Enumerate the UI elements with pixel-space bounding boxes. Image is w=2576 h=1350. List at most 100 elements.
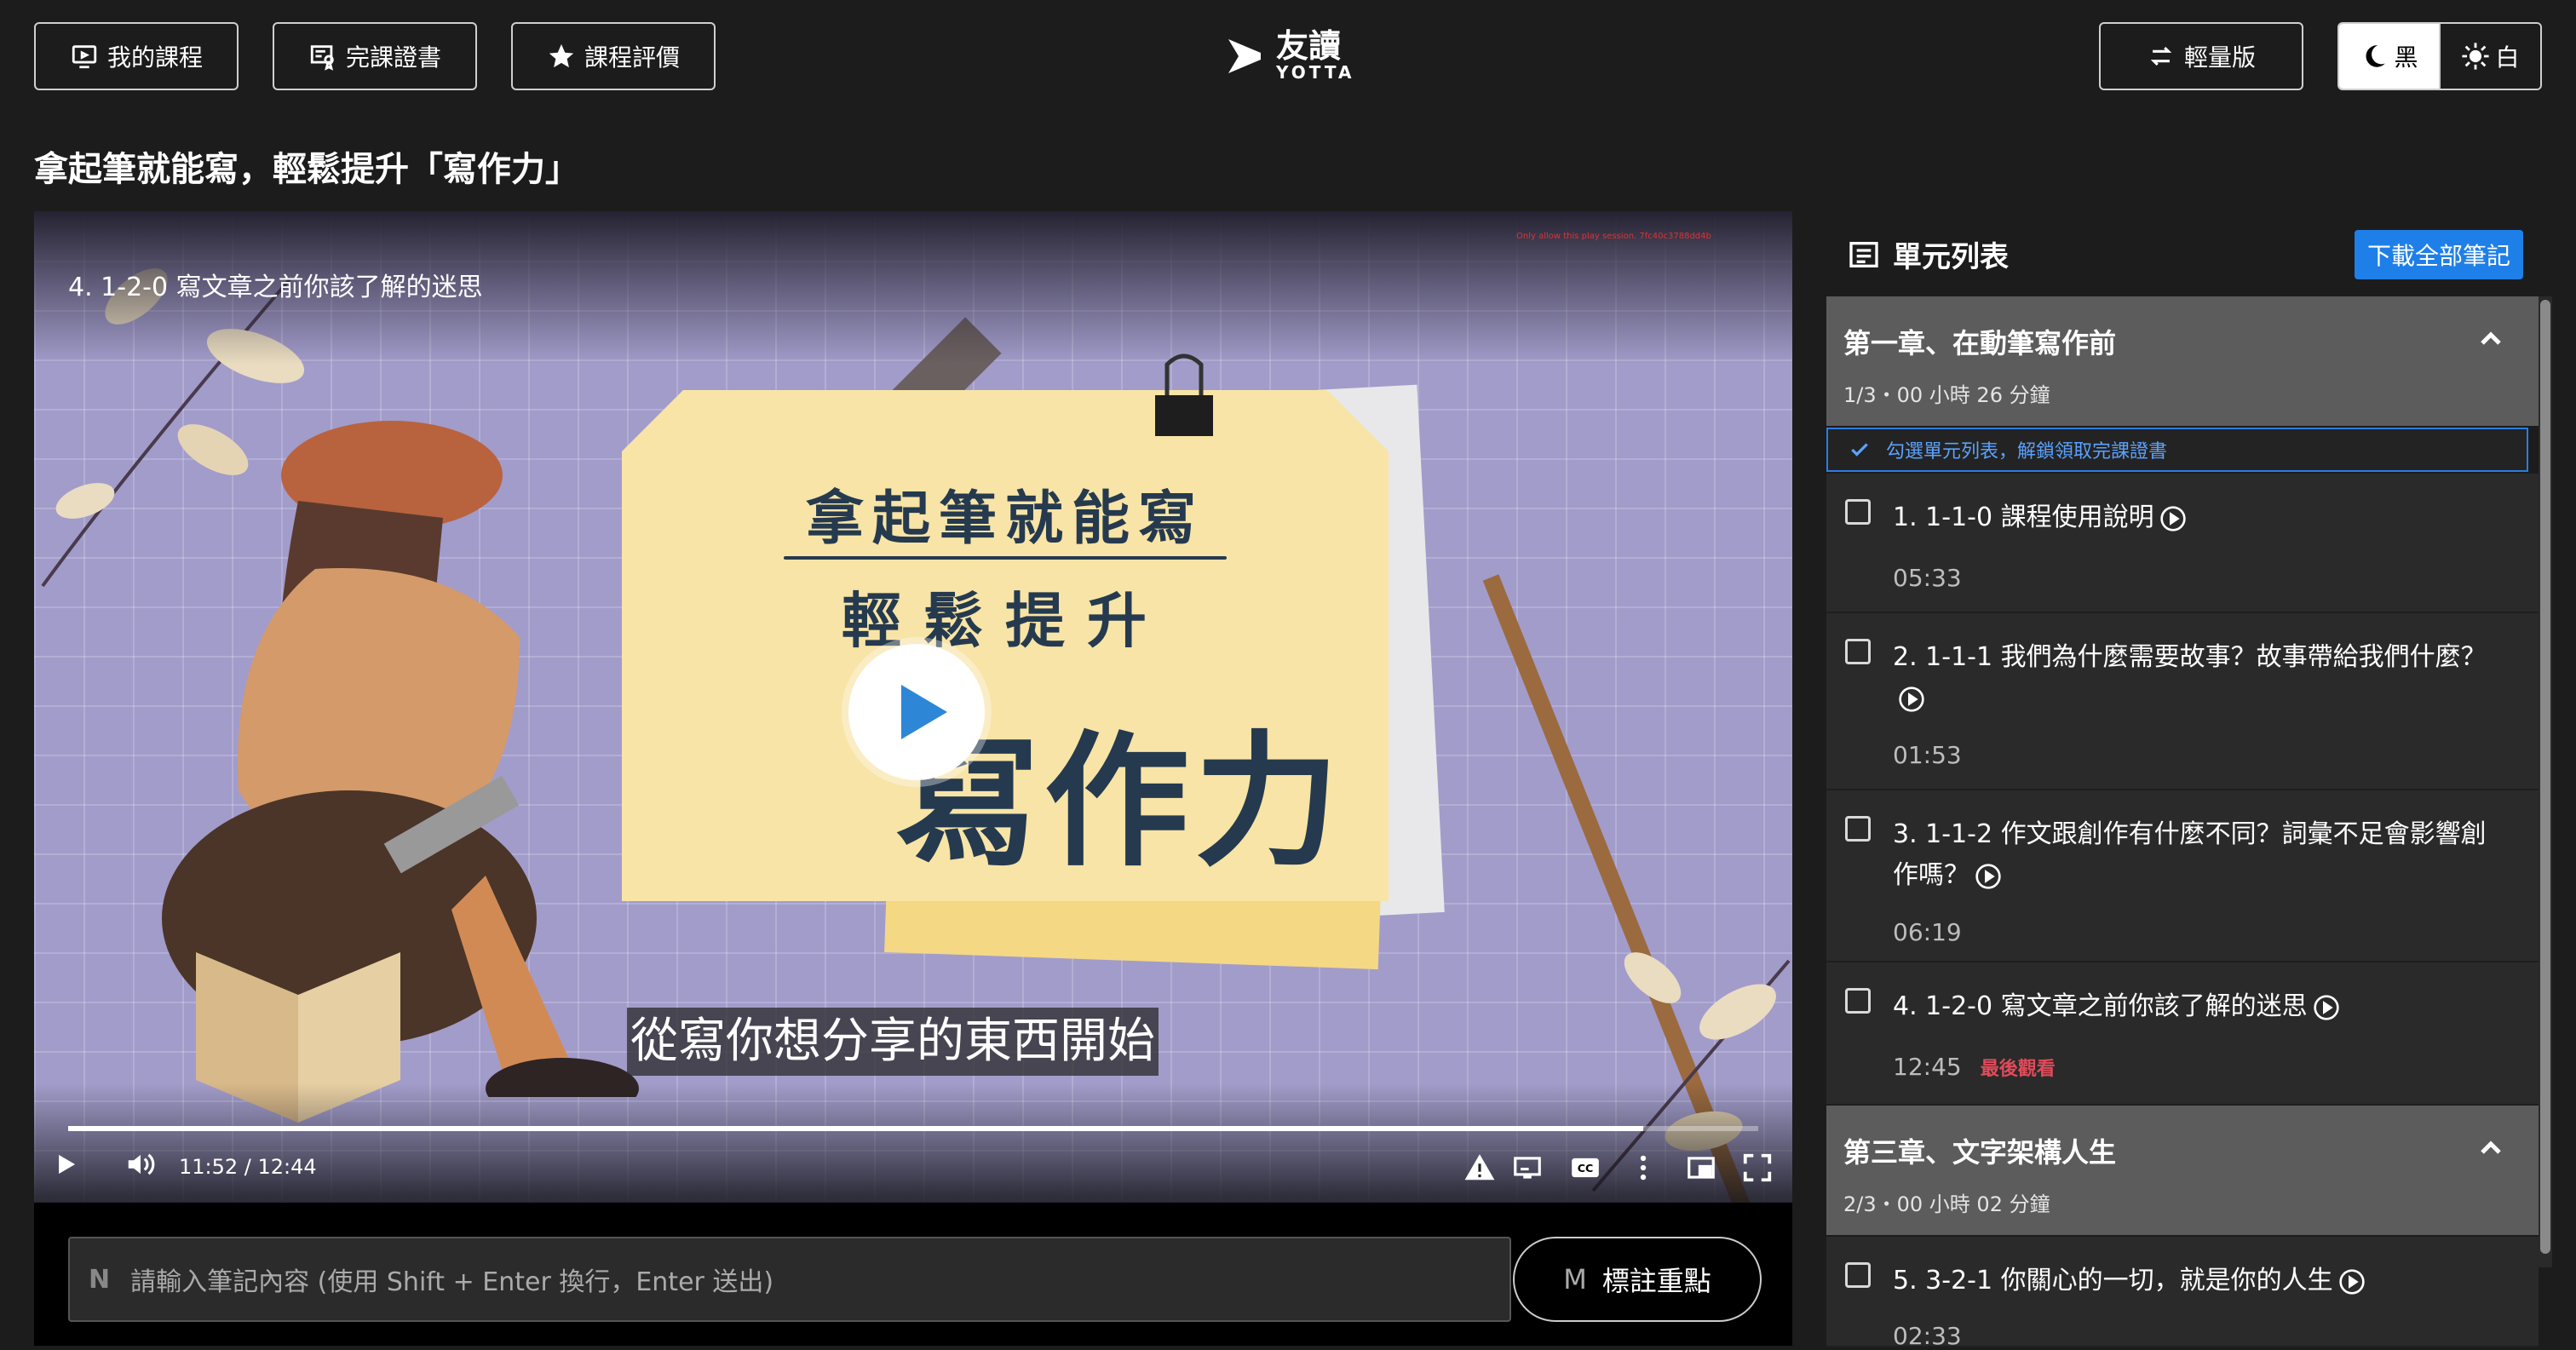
play-circle-icon xyxy=(2159,505,2186,531)
theme-light-option[interactable]: 白 xyxy=(2439,24,2540,89)
lesson-title: 1. 1-1-0 課程使用說明 xyxy=(1893,497,2489,538)
scrollbar-thumb[interactable] xyxy=(2540,300,2550,1254)
note-input[interactable]: N 請輸入筆記內容 (使用 Shift + Enter 換行，Enter 送出) xyxy=(68,1237,1511,1322)
svg-text:CC: CC xyxy=(1578,1162,1594,1175)
lesson-duration: 01:53 xyxy=(1893,741,1962,769)
review-button[interactable]: 課程評價 xyxy=(511,22,716,90)
hint-text: 勾選單元列表，解鎖領取完課證書 xyxy=(1886,441,2168,462)
play-circle-icon xyxy=(2313,994,2339,1020)
screen-icon xyxy=(72,45,97,69)
download-notes-button[interactable]: 下載全部筆記 xyxy=(2355,230,2523,279)
play-icon xyxy=(901,685,947,739)
chapter-1-name: 第一章、在動筆寫作前 xyxy=(1843,327,2117,359)
play-button[interactable] xyxy=(848,644,985,780)
star-icon xyxy=(549,43,574,68)
unlock-certificate-hint: 勾選單元列表，解鎖領取完課證書 xyxy=(1826,428,2528,472)
logo-icon xyxy=(1228,39,1261,73)
lesson-title: 4. 1-2-0 寫文章之前你該了解的迷思 xyxy=(1893,986,2489,1027)
logo-en: YOTTA xyxy=(1276,62,1355,83)
lesson-duration: 02:33 xyxy=(1893,1322,1962,1350)
note-bar: N 請輸入筆記內容 (使用 Shift + Enter 換行，Enter 送出)… xyxy=(34,1203,1792,1346)
fullscreen-icon xyxy=(1743,1153,1772,1182)
certificate-button[interactable]: 完課證書 xyxy=(273,22,477,90)
lesson-title: 3. 1-1-2 作文跟創作有什麼不同？詞彙不足會影響創作嗎？ xyxy=(1893,814,2489,896)
lite-version-button[interactable]: 輕量版 xyxy=(2099,22,2303,90)
chapter-3-meta: 2/3・00 小時 02 分鐘 xyxy=(1843,1192,2050,1216)
play-control[interactable] xyxy=(49,1148,82,1186)
play-circle-icon xyxy=(1975,863,2001,889)
play-small-icon xyxy=(59,1154,76,1175)
video-player[interactable]: 拿起筆就能寫 輕鬆提升 寫作力 4. 1-2-0 寫文章之前你該了解的迷思 On… xyxy=(34,211,1792,1203)
lesson-duration: 06:19 xyxy=(1893,918,1962,946)
volume-icon xyxy=(128,1153,155,1175)
unit-list-title: 單元列表 xyxy=(1893,240,2009,274)
mark-label: 標註重點 xyxy=(1601,1265,1711,1297)
play-circle-icon xyxy=(1899,686,1924,712)
subtitles-toggle[interactable] xyxy=(1511,1152,1544,1189)
last-watched-badge: 最後觀看 xyxy=(1980,1059,2056,1080)
volume-control[interactable] xyxy=(124,1148,157,1186)
play-circle-icon xyxy=(2338,1268,2365,1295)
list-icon xyxy=(1849,241,1878,267)
mark-shortcut-key: M xyxy=(1563,1263,1587,1295)
theme-toggle[interactable]: 黑 白 xyxy=(2337,22,2542,90)
lesson-title-text: 2. 1-1-1 我們為什麼需要故事？故事帶給我們什麼？ xyxy=(1893,642,2487,672)
progress-bar[interactable] xyxy=(68,1126,1758,1131)
lesson-title-text: 4. 1-2-0 寫文章之前你該了解的迷思 xyxy=(1893,991,2308,1021)
session-watermark: Only allow this play session. 7fc40c3788… xyxy=(1516,232,1711,241)
lesson-title: 2. 1-1-1 我們為什麼需要故事？故事帶給我們什麼？ xyxy=(1893,637,2489,719)
theme-dark-option[interactable]: 黑 xyxy=(2339,24,2439,89)
progress-fill xyxy=(68,1126,1644,1131)
review-label: 課程評價 xyxy=(584,43,680,72)
certificate-label: 完課證書 xyxy=(345,43,441,72)
my-courses-label: 我的課程 xyxy=(106,43,203,72)
mark-highlight-button[interactable]: M 標註重點 xyxy=(1513,1237,1762,1322)
chapter-1-meta: 1/3・00 小時 26 分鐘 xyxy=(1843,383,2050,407)
sidebar-scrollbar[interactable] xyxy=(2539,296,2552,1267)
cc-toggle[interactable]: CC xyxy=(1569,1152,1601,1189)
pip-icon xyxy=(1688,1157,1715,1179)
video-title: 4. 1-2-0 寫文章之前你該了解的迷思 xyxy=(68,273,483,302)
subtitles-icon xyxy=(1514,1157,1541,1179)
time-display: 11:52 / 12:44 xyxy=(179,1155,317,1179)
more-options[interactable] xyxy=(1627,1152,1659,1189)
report-control[interactable] xyxy=(1463,1152,1496,1189)
unit-list-header: 單元列表 xyxy=(1847,233,2009,275)
fullscreen-toggle[interactable] xyxy=(1741,1152,1774,1189)
moon-icon xyxy=(2366,45,2386,67)
swap-icon xyxy=(2150,46,2172,66)
lesson-checkbox[interactable] xyxy=(1845,499,1871,525)
warning-icon xyxy=(1464,1154,1495,1181)
more-vertical-icon xyxy=(1640,1155,1647,1181)
lesson-item[interactable]: 3. 1-1-2 作文跟創作有什麼不同？詞彙不足會影響創作嗎？ 06:19 xyxy=(1826,790,2539,962)
pip-toggle[interactable] xyxy=(1685,1152,1717,1189)
lesson-checkbox[interactable] xyxy=(1845,1262,1871,1288)
lesson-item[interactable]: 5. 3-2-1 你關心的一切，就是你的人生 02:33 xyxy=(1826,1237,2539,1350)
lesson-duration: 05:33 xyxy=(1893,564,1962,592)
sun-icon xyxy=(2462,43,2490,70)
lesson-duration-text: 12:45 xyxy=(1893,1053,1962,1081)
course-title: 拿起筆就能寫，輕鬆提升「寫作力」 xyxy=(34,150,579,189)
lesson-checkbox[interactable] xyxy=(1845,639,1871,664)
note-shortcut-key: N xyxy=(89,1264,111,1295)
lesson-item[interactable]: 2. 1-1-1 我們為什麼需要故事？故事帶給我們什麼？ 01:53 xyxy=(1826,613,2539,790)
lesson-checkbox[interactable] xyxy=(1845,816,1871,842)
logo-cn: 友讀 xyxy=(1276,27,1342,65)
lite-label: 輕量版 xyxy=(2183,43,2256,72)
lesson-item-current[interactable]: 4. 1-2-0 寫文章之前你該了解的迷思 12:45 最後觀看 xyxy=(1826,962,2539,1106)
lesson-title-text: 1. 1-1-0 課程使用說明 xyxy=(1893,503,2154,532)
theme-dark-label: 黑 xyxy=(2394,43,2418,72)
check-icon xyxy=(1851,443,1868,457)
chapter-1-header[interactable]: 第一章、在動筆寫作前 1/3・00 小時 26 分鐘 xyxy=(1826,296,2539,426)
lesson-title: 5. 3-2-1 你關心的一切，就是你的人生 xyxy=(1893,1261,2489,1301)
yotta-logo[interactable]: 友讀 YOTTA xyxy=(1227,26,1354,85)
lesson-duration: 12:45 最後觀看 xyxy=(1893,1053,2056,1081)
my-courses-button[interactable]: 我的課程 xyxy=(34,22,239,90)
cc-icon: CC xyxy=(1572,1158,1599,1178)
lesson-checkbox[interactable] xyxy=(1845,988,1871,1014)
chapter-3-header[interactable]: 第三章、文字架構人生 2/3・00 小時 02 分鐘 xyxy=(1826,1106,2539,1235)
lesson-item[interactable]: 1. 1-1-0 課程使用說明 05:33 xyxy=(1826,474,2539,613)
lesson-title-text: 5. 3-2-1 你關心的一切，就是你的人生 xyxy=(1893,1266,2333,1295)
note-placeholder: 請輸入筆記內容 (使用 Shift + Enter 換行，Enter 送出) xyxy=(130,1267,774,1297)
theme-light-label: 白 xyxy=(2495,43,2520,72)
